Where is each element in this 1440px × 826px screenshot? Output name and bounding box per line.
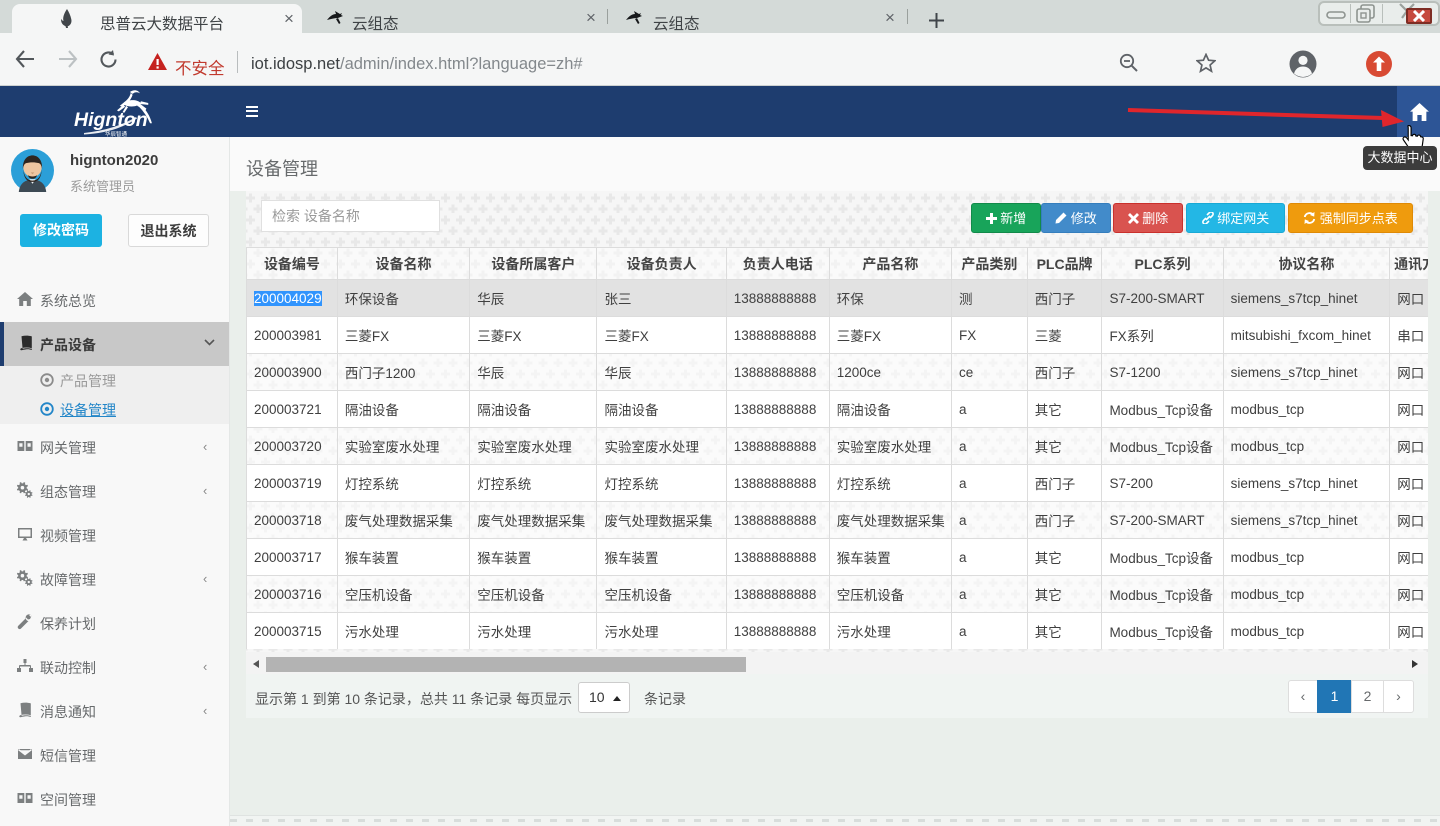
svg-text:华辰智通: 华辰智通 bbox=[105, 130, 128, 137]
svg-text:Hignton: Hignton bbox=[74, 109, 148, 131]
